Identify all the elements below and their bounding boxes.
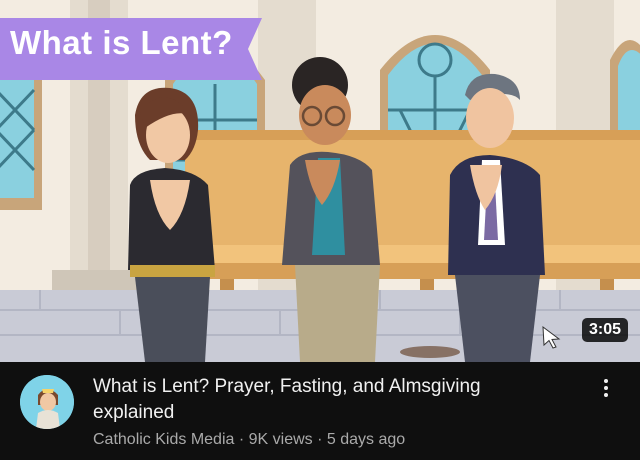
video-meta: What is Lent? Prayer, Fasting, and Almsg…	[0, 362, 640, 460]
duration-badge: 3:05	[581, 318, 628, 342]
upload-age: 5 days ago	[326, 431, 406, 448]
church-window-left	[0, 60, 42, 210]
separator: ·	[238, 431, 245, 448]
channel-avatar[interactable]	[20, 375, 74, 429]
channel-name[interactable]: Catholic Kids Media	[93, 431, 234, 448]
video-subline: Catholic Kids Media · 9K views · 5 days …	[93, 431, 405, 449]
view-count: 9K views	[248, 431, 313, 448]
channel-logo-icon	[20, 375, 74, 429]
thumbnail-overlay-title: What is Lent?	[10, 24, 233, 61]
more-vert-icon[interactable]	[598, 376, 614, 404]
video-title[interactable]: What is Lent? Prayer, Fasting, and Almsg…	[93, 374, 563, 426]
cursor-icon	[542, 325, 561, 349]
separator: ·	[317, 431, 323, 448]
video-thumbnail[interactable]: What is Lent? 3:05	[0, 0, 640, 362]
